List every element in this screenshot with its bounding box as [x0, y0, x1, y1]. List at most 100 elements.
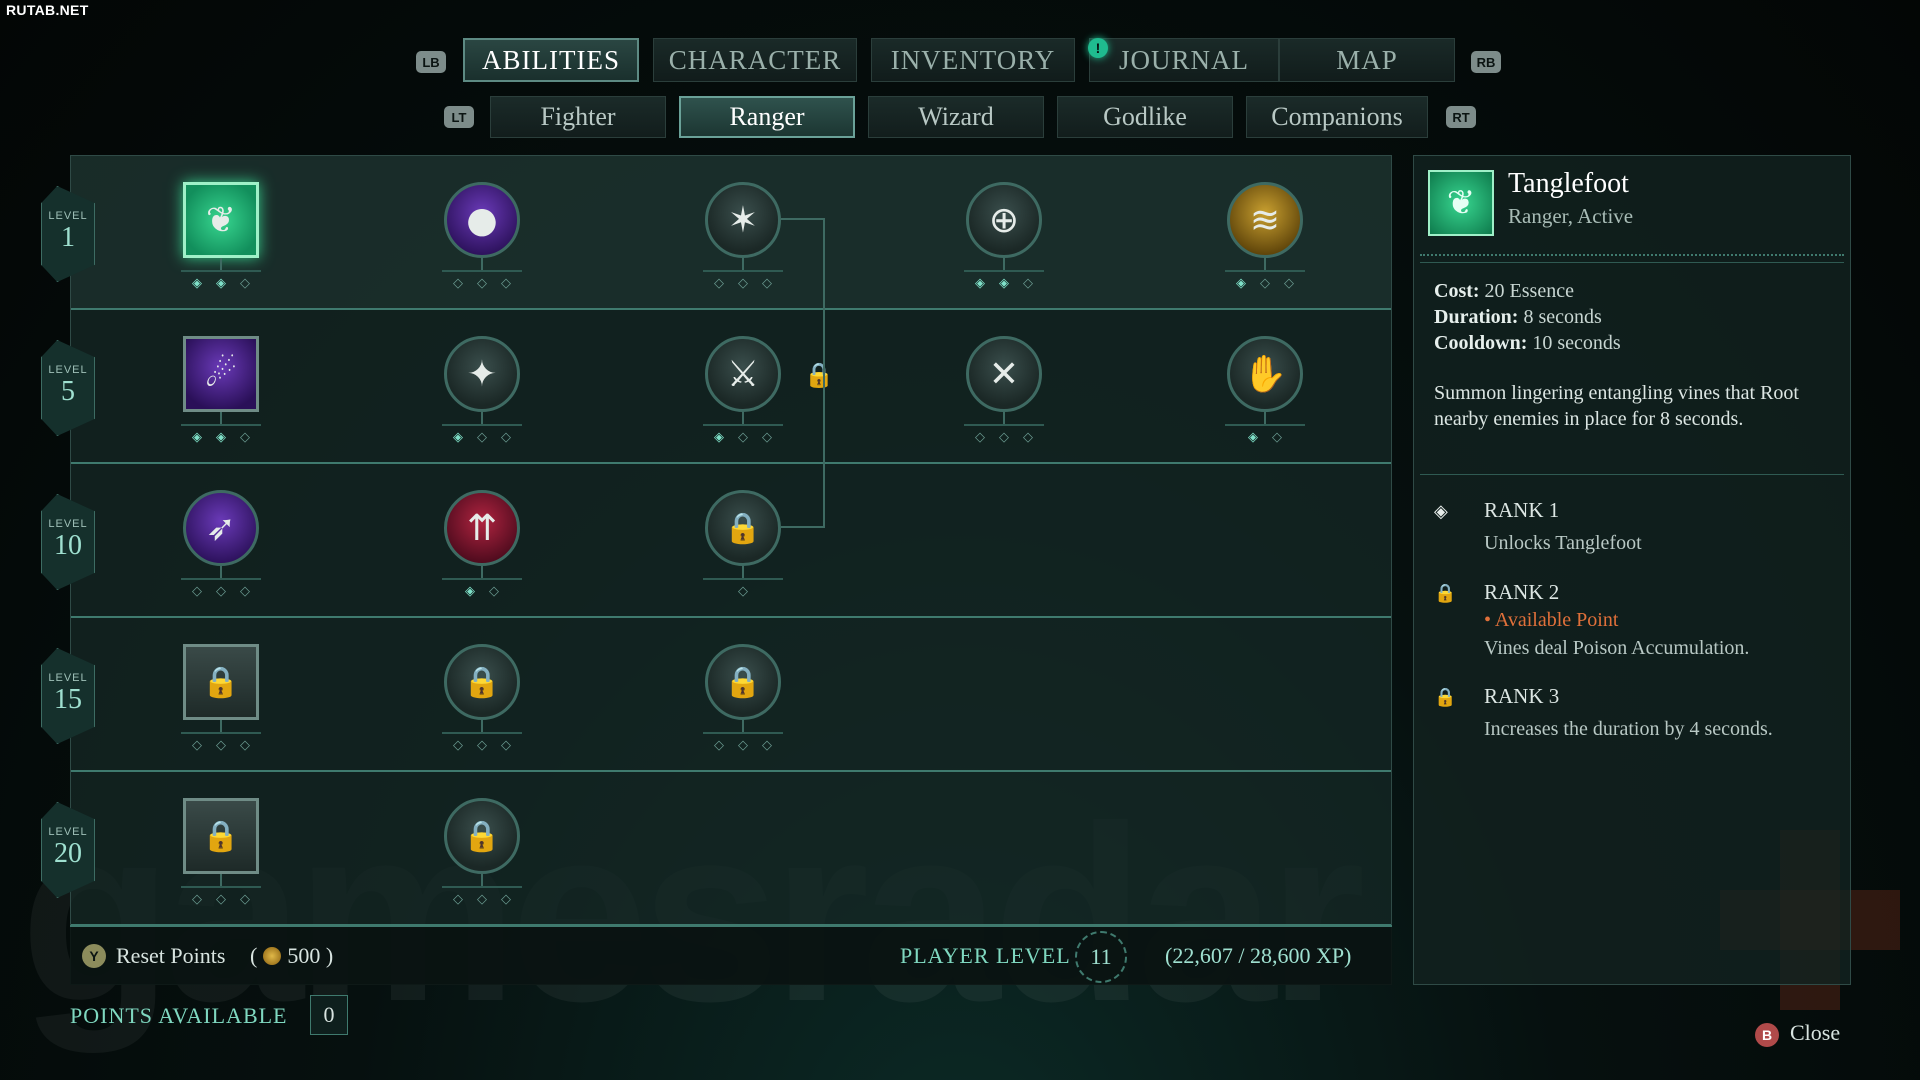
ability-node[interactable]: ⇈	[444, 490, 520, 566]
dash-figure-icon: ☄	[204, 353, 238, 395]
tab-inventory[interactable]: INVENTORY	[871, 38, 1075, 82]
rank-pips: ◇ ◇ ◇	[191, 893, 251, 906]
ability-node[interactable]: ✕	[966, 336, 1042, 412]
rank-diamond-icon: ◇	[477, 892, 487, 907]
rank-diamond-icon: ◇	[477, 276, 487, 291]
b-button-icon[interactable]: B	[1755, 1023, 1779, 1047]
node-stem	[1003, 412, 1005, 424]
main-tab-bar: LB ABILITIES CHARACTER INVENTORY JOURNAL…	[0, 38, 1920, 88]
rank-diamond-icon: ◈	[216, 276, 226, 291]
ability-node[interactable]: ●	[444, 182, 520, 258]
available-point-note: • Available Point	[1484, 609, 1619, 631]
prerequisite-connector	[781, 526, 825, 528]
rank-diamond-icon: ◈	[192, 276, 202, 291]
rank-pips: ◇ ◇ ◇	[452, 739, 512, 752]
points-available-value: 0	[310, 995, 348, 1035]
tab-map[interactable]: MAP	[1279, 38, 1455, 82]
ability-node[interactable]: ✦	[444, 336, 520, 412]
stat-cost: Cost: 20 Essence	[1434, 280, 1574, 302]
y-button-icon[interactable]: Y	[82, 944, 106, 968]
ability-node[interactable]: 🔒	[705, 644, 781, 720]
rank-diamond-icon: ◇	[738, 584, 748, 599]
ability-node[interactable]: ≋	[1227, 182, 1303, 258]
node-underline	[181, 424, 261, 426]
ability-node[interactable]: ➶	[183, 490, 259, 566]
rank-diamond-icon: ◇	[714, 738, 724, 753]
ability-node[interactable]: ⚔	[705, 336, 781, 412]
rb-button-hint[interactable]: RB	[1471, 51, 1501, 73]
player-xp: (22,607 / 28,600 XP)	[1165, 943, 1352, 968]
swift-claws-icon: ≋	[1249, 199, 1281, 241]
shattered-arrow-icon: ✶	[727, 199, 759, 241]
subtab-godlike[interactable]: Godlike	[1057, 96, 1233, 138]
node-underline	[703, 424, 783, 426]
ability-node[interactable]: 🔒	[705, 490, 781, 566]
journal-notification-badge: !	[1088, 38, 1108, 58]
ability-node[interactable]: ✶	[705, 182, 781, 258]
rank-pips: ◈ ◈ ◇	[191, 431, 251, 444]
rank-diamond-icon: ◈	[1248, 430, 1258, 445]
rank-diamond-icon: ◇	[240, 584, 250, 599]
close-button[interactable]: Close	[1790, 1020, 1840, 1046]
level-marker: LEVEL 15	[41, 648, 95, 744]
rank-diamond-icon: ◇	[714, 276, 724, 291]
rank-diamond-icon: ◇	[1260, 276, 1270, 291]
node-underline	[181, 578, 261, 580]
ability-node[interactable]: ☄	[183, 336, 259, 412]
lock-icon: 🔒	[202, 664, 240, 700]
rank-diamond-icon: ◈	[975, 276, 985, 291]
rank-diamond-icon: ◇	[216, 584, 226, 599]
node-stem	[1003, 258, 1005, 270]
ability-node[interactable]: ❦	[183, 182, 259, 258]
subtab-wizard[interactable]: Wizard	[868, 96, 1044, 138]
player-level-label: PLAYER LEVEL	[900, 943, 1071, 968]
rank-diamond-icon: ◈	[453, 430, 463, 445]
level-number: 5	[61, 376, 75, 407]
tab-journal[interactable]: JOURNAL	[1089, 38, 1279, 82]
lock-icon: 🔒	[724, 664, 762, 700]
tab-abilities[interactable]: ABILITIES	[463, 38, 639, 82]
ability-row: LEVEL 1 ❦ ◈ ◈ ◇ ● ◇ ◇ ◇ ✶ ◇ ◇ ◇ ⊕ ◈ ◈ ◇ ≋ ◈ ◇ ◇	[41, 156, 1391, 310]
node-underline	[181, 270, 261, 272]
rank-pips: ◇ ◇ ◇	[452, 892, 512, 907]
ability-node[interactable]: 🔒	[444, 644, 520, 720]
ability-node[interactable]: ✋	[1227, 336, 1303, 412]
footer-bar: Y Reset Points (500 ) PLAYER LEVEL 11 (2…	[70, 925, 1392, 985]
node-stem	[742, 412, 744, 424]
ability-node[interactable]: 🔒	[183, 798, 259, 874]
rank-diamond-icon: ◇	[1272, 430, 1282, 445]
subtab-companions[interactable]: Companions	[1246, 96, 1428, 138]
subtab-fighter[interactable]: Fighter	[490, 96, 666, 138]
ability-node[interactable]: 🔒	[183, 644, 259, 720]
level-caption: LEVEL	[48, 672, 88, 684]
node-underline	[181, 732, 261, 734]
rank-diamond-icon: ◇	[453, 892, 463, 907]
ability-node[interactable]: 🔒	[444, 798, 520, 874]
tab-character[interactable]: CHARACTER	[653, 38, 857, 82]
rt-button-hint[interactable]: RT	[1446, 106, 1476, 128]
lt-button-hint[interactable]: LT	[444, 106, 474, 128]
rank-pips: ◇ ◇ ◇	[974, 431, 1034, 444]
sprint-icon: ➶	[205, 507, 237, 549]
ability-row: LEVEL 10 ➶ ◇ ◇ ◇ ⇈ ◈ ◇ 🔒 ◇	[41, 464, 1391, 618]
rank-pips: ◇	[737, 584, 749, 599]
rank-pips: ◇ ◇ ◇	[191, 738, 251, 753]
rank-diamond-icon: ◇	[501, 892, 511, 907]
ability-node[interactable]: ⊕	[966, 182, 1042, 258]
prerequisite-connector	[781, 218, 825, 220]
rank-pips: ◈ ◈ ◇	[191, 276, 251, 291]
reset-points-button[interactable]: Reset Points	[116, 943, 225, 969]
level-number: 15	[54, 684, 82, 715]
subtab-ranger[interactable]: Ranger	[679, 96, 855, 138]
rank-description: Unlocks Tanglefoot	[1484, 532, 1642, 554]
node-underline	[1225, 270, 1305, 272]
rank-diamond-icon: ◇	[240, 738, 250, 753]
reset-cost: (500 )	[250, 943, 334, 968]
rank-diamond-icon: ◈	[714, 430, 724, 445]
level-marker: LEVEL 20	[41, 802, 95, 898]
coin-icon	[263, 947, 282, 965]
rank-diamond-icon: ◈	[1236, 276, 1246, 291]
prerequisite-connector	[823, 218, 825, 528]
lb-button-hint[interactable]: LB	[416, 51, 446, 73]
divider	[1420, 474, 1844, 475]
